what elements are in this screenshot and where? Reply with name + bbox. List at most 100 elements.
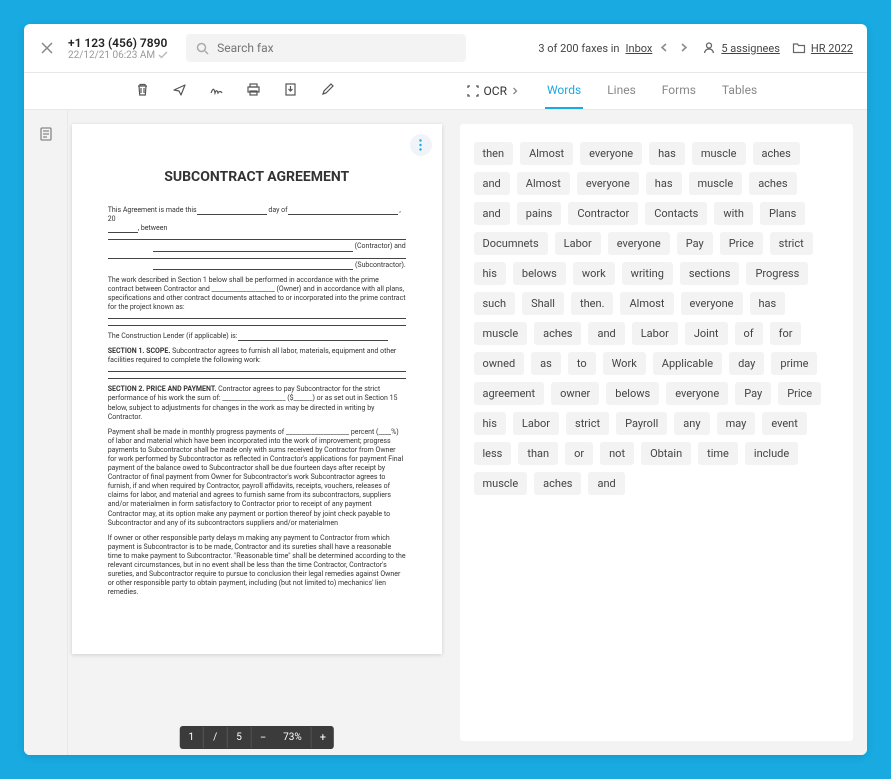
ocr-word[interactable]: belows <box>513 262 566 285</box>
ocr-word[interactable]: Pay <box>677 232 713 255</box>
ocr-word[interactable]: Labor <box>513 412 559 435</box>
ocr-word[interactable]: Almost <box>520 142 573 165</box>
ocr-word[interactable]: include <box>745 442 798 465</box>
tab-forms[interactable]: Forms <box>660 73 698 109</box>
ocr-word[interactable]: aches <box>753 142 800 165</box>
search-icon <box>196 42 209 55</box>
ocr-word[interactable]: as <box>531 352 561 375</box>
ocr-word[interactable]: then <box>474 142 514 165</box>
sign-button[interactable] <box>209 82 224 101</box>
ocr-word[interactable]: of <box>735 322 763 345</box>
ocr-word[interactable]: has <box>649 142 685 165</box>
ocr-word[interactable]: Labor <box>555 232 601 255</box>
ocr-word[interactable]: Shall <box>522 292 564 315</box>
close-button[interactable] <box>38 39 56 57</box>
search-input[interactable] <box>217 41 456 55</box>
ocr-word[interactable]: for <box>770 322 802 345</box>
download-button[interactable] <box>283 82 298 101</box>
pager-next[interactable] <box>677 40 690 57</box>
print-button[interactable] <box>246 82 261 101</box>
ocr-word[interactable]: Payroll <box>616 412 667 435</box>
search-box[interactable] <box>186 34 466 62</box>
zoom-level: 73% <box>274 727 312 748</box>
ocr-word[interactable]: aches <box>534 322 581 345</box>
doc-para: Payment shall be made in monthly progres… <box>108 428 406 528</box>
ocr-word[interactable]: to <box>568 352 596 375</box>
ocr-word[interactable]: or <box>565 442 593 465</box>
pager-prev[interactable] <box>658 40 671 57</box>
ocr-word[interactable]: less <box>474 442 512 465</box>
ocr-word[interactable]: such <box>474 292 516 315</box>
ocr-word[interactable]: muscle <box>474 472 528 495</box>
ocr-word[interactable]: aches <box>534 472 581 495</box>
ocr-word[interactable]: any <box>674 412 709 435</box>
tab-tables[interactable]: Tables <box>720 73 759 109</box>
zoom-out-button[interactable]: − <box>252 726 274 749</box>
ocr-word[interactable]: Almost <box>517 172 570 195</box>
ocr-word[interactable]: not <box>600 442 634 465</box>
ocr-word[interactable]: owner <box>551 382 599 405</box>
ocr-word[interactable]: Price <box>778 382 821 405</box>
ocr-word[interactable]: and <box>588 322 624 345</box>
ocr-word[interactable]: and <box>474 172 510 195</box>
zoom-in-button[interactable]: + <box>312 726 334 749</box>
ocr-word[interactable]: and <box>588 472 624 495</box>
ocr-word[interactable]: Almost <box>620 292 673 315</box>
ocr-word[interactable]: everyone <box>608 232 670 255</box>
ocr-word[interactable]: Obtain <box>641 442 691 465</box>
ocr-word[interactable]: muscle <box>692 142 746 165</box>
ocr-word[interactable]: Plans <box>760 202 805 225</box>
ocr-word[interactable]: his <box>474 262 506 285</box>
ocr-word[interactable]: belows <box>606 382 659 405</box>
share-button[interactable] <box>172 82 187 101</box>
ocr-word[interactable]: than <box>518 442 558 465</box>
current-page: 1 <box>179 727 204 748</box>
ocr-word[interactable]: work <box>573 262 615 285</box>
ocr-word[interactable]: may <box>717 412 756 435</box>
assignees-button[interactable]: 5 assignees <box>702 41 780 55</box>
ocr-word[interactable]: Joint <box>685 322 728 345</box>
edit-button[interactable] <box>320 82 335 101</box>
ocr-word[interactable]: Labor <box>632 322 678 345</box>
ocr-word[interactable]: pains <box>517 202 562 225</box>
ocr-word[interactable]: and <box>474 202 510 225</box>
ocr-word[interactable]: sections <box>680 262 740 285</box>
ocr-word[interactable]: muscle <box>689 172 743 195</box>
ocr-word[interactable]: then. <box>571 292 613 315</box>
ocr-word[interactable]: has <box>646 172 682 195</box>
ocr-word[interactable]: everyone <box>577 172 639 195</box>
ocr-word[interactable]: strict <box>566 412 609 435</box>
ocr-word[interactable]: time <box>698 442 738 465</box>
ocr-word[interactable]: writing <box>622 262 673 285</box>
ocr-word[interactable]: prime <box>771 352 817 375</box>
ocr-word[interactable]: has <box>750 292 786 315</box>
ocr-word[interactable]: his <box>474 412 506 435</box>
ocr-word[interactable]: strict <box>770 232 813 255</box>
ocr-word[interactable]: agreement <box>474 382 545 405</box>
ocr-word[interactable]: Contractor <box>568 202 638 225</box>
pages-panel-button[interactable] <box>32 120 60 148</box>
ocr-word[interactable]: day <box>729 352 764 375</box>
ocr-word[interactable]: owned <box>474 352 525 375</box>
ocr-word[interactable]: Pay <box>735 382 771 405</box>
tab-lines[interactable]: Lines <box>605 73 638 109</box>
folder-button[interactable]: HR 2022 <box>792 41 853 55</box>
delete-button[interactable] <box>135 82 150 101</box>
ocr-word[interactable]: everyone <box>666 382 728 405</box>
ocr-word[interactable]: aches <box>749 172 796 195</box>
ocr-word[interactable]: everyone <box>580 142 642 165</box>
ocr-word[interactable]: Documnets <box>474 232 548 255</box>
ocr-word[interactable]: with <box>714 202 753 225</box>
ocr-word[interactable]: Work <box>603 352 646 375</box>
ocr-button[interactable]: OCR <box>462 78 523 104</box>
pager-location-link[interactable]: Inbox <box>626 42 653 55</box>
ocr-word[interactable]: Price <box>720 232 763 255</box>
ocr-word[interactable]: everyone <box>681 292 743 315</box>
ocr-word[interactable]: muscle <box>474 322 528 345</box>
page-menu-button[interactable] <box>410 134 432 156</box>
ocr-word[interactable]: Applicable <box>653 352 722 375</box>
ocr-word[interactable]: Progress <box>746 262 808 285</box>
ocr-word[interactable]: event <box>762 412 807 435</box>
ocr-word[interactable]: Contacts <box>645 202 707 225</box>
tab-words[interactable]: Words <box>545 73 583 109</box>
